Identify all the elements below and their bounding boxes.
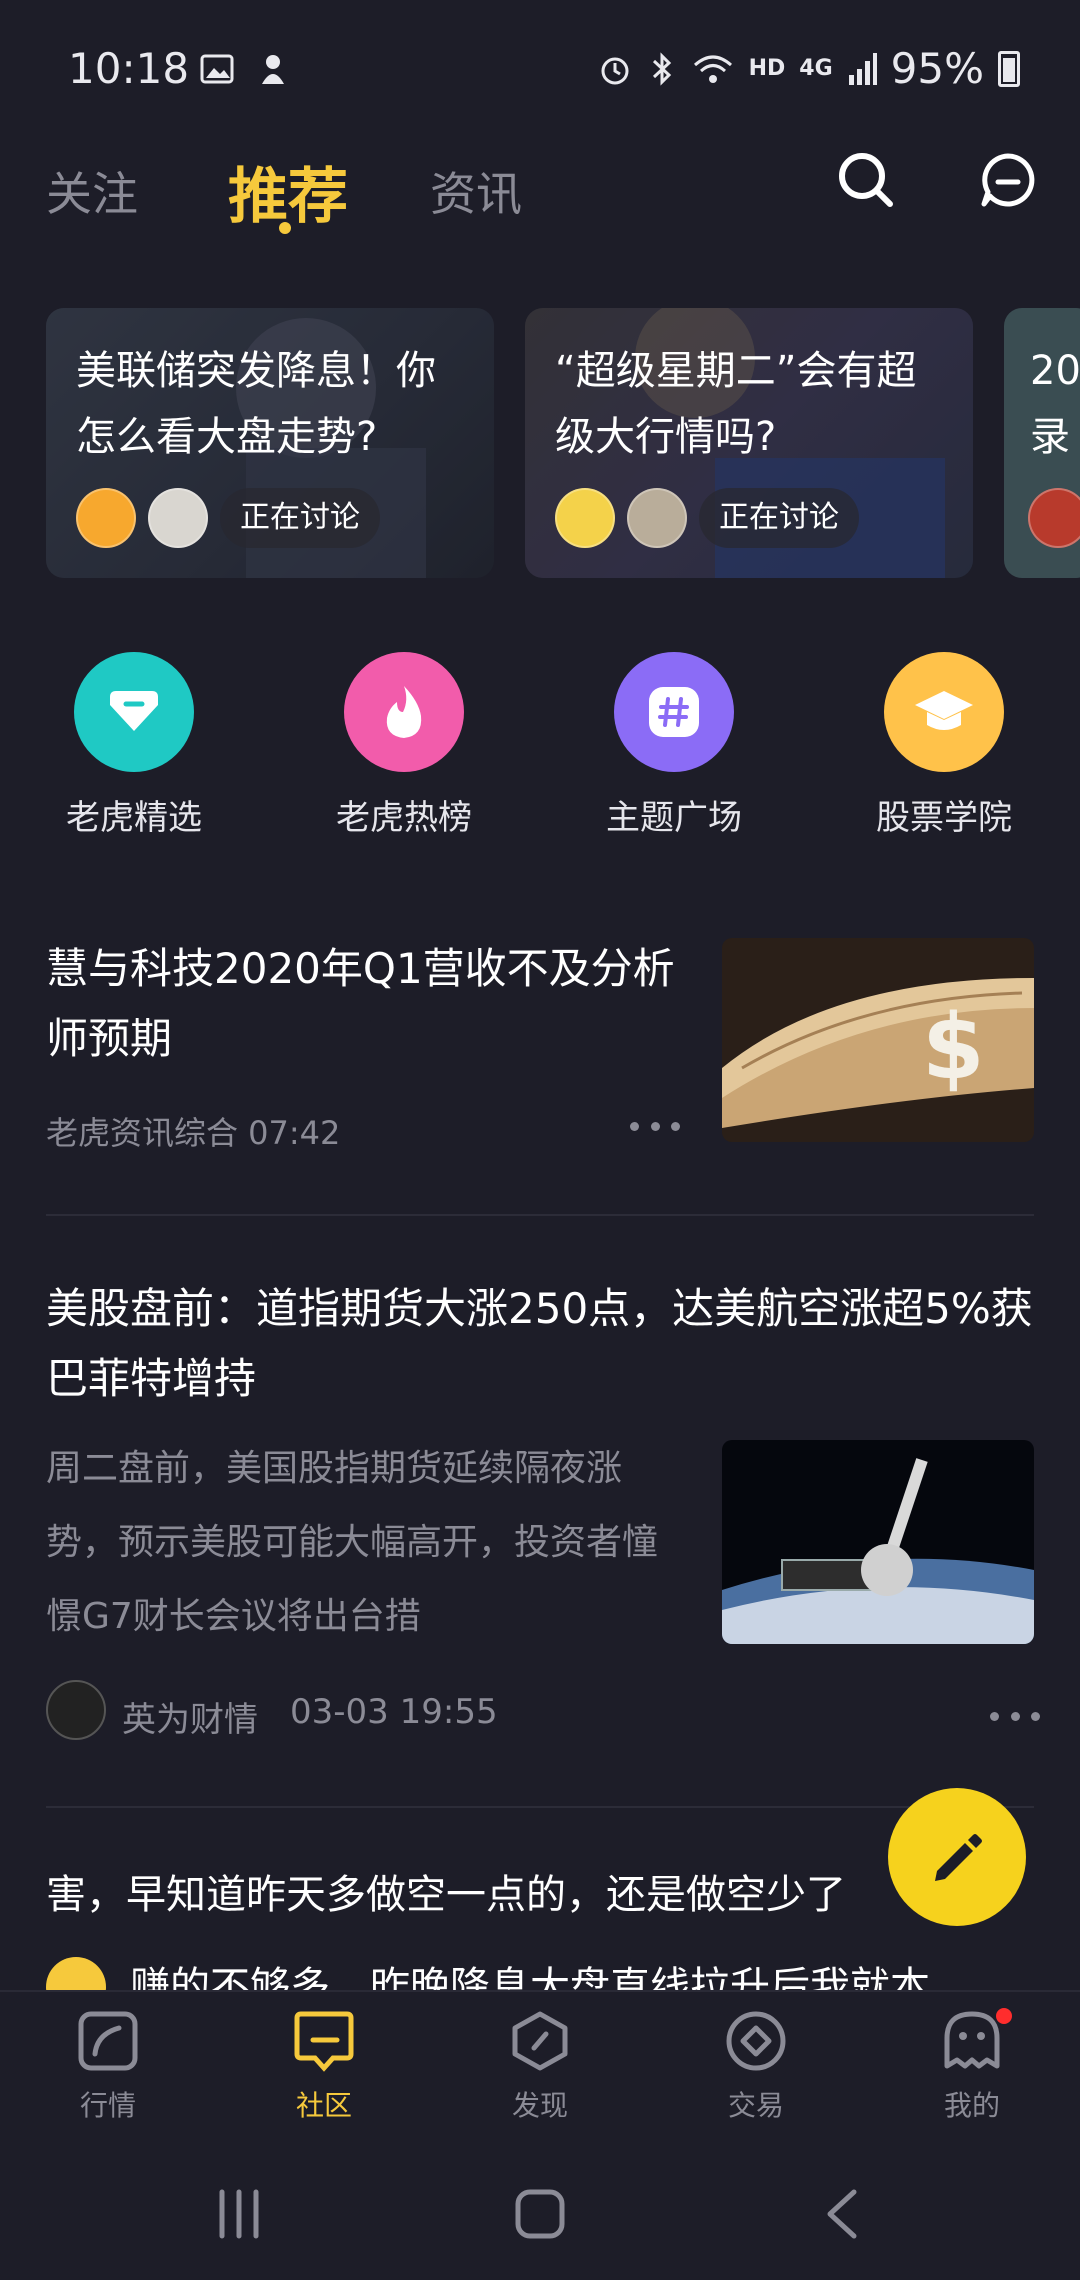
article-item[interactable]: 慧与科技2020年Q1营收不及分析师预期 老虎资讯综合 07:42 $ — [46, 934, 1034, 1152]
article-item[interactable]: 害，早知道昨天多做空一点的，还是做空少了 赚的不够多，昨晚降息大盘直线拉升后我就… — [46, 1860, 1034, 1990]
trade-icon — [726, 2011, 786, 2071]
article-meta: 老虎资讯综合 07:42 — [46, 1114, 341, 1152]
svg-text:$: $ — [922, 995, 985, 1100]
avatar — [1028, 488, 1080, 548]
article-time: 03-03 19:55 — [290, 1692, 498, 1732]
battery-icon — [998, 50, 1020, 87]
home-icon[interactable] — [514, 2188, 566, 2240]
alarm-icon — [601, 57, 629, 84]
discussion-status-pill: 正在讨论 — [220, 488, 380, 548]
signal-icon — [848, 52, 877, 85]
article-title: 慧与科技2020年Q1营收不及分析师预期 — [46, 944, 675, 1063]
discover-icon — [512, 2011, 568, 2071]
tab-news[interactable]: 资讯 — [430, 158, 522, 224]
avatar — [627, 488, 687, 548]
avatar — [148, 488, 208, 548]
back-icon[interactable] — [822, 2188, 862, 2240]
nav-market[interactable]: 行情 — [28, 2010, 188, 2124]
network-type: HD — [748, 56, 786, 81]
nav-label: 行情 — [79, 2089, 136, 2122]
bluetooth-icon — [652, 51, 671, 86]
wifi-icon — [693, 55, 732, 83]
signal-label: 4G — [799, 56, 833, 81]
article-summary: 赚的不够多，昨晚降息大盘直线拉升后我就本 — [130, 1964, 930, 1990]
profile-icon — [944, 2011, 1000, 2069]
discussion-card[interactable]: “超级星期二”会有超级大行情吗? 正在讨论 — [525, 308, 973, 578]
notification-app-icon — [262, 55, 284, 84]
shortcut-tiger-hot[interactable]: 老虎热榜 — [304, 652, 504, 839]
bottom-nav: 行情 社区 发现 交易 我的 — [0, 1990, 1080, 2160]
discussion-card[interactable]: 20 录 — [1004, 308, 1080, 578]
shortcut-label: 老虎精选 — [66, 798, 202, 838]
flame-icon — [344, 652, 464, 772]
nav-label: 交易 — [727, 2089, 784, 2122]
notification-badge — [996, 2008, 1012, 2024]
compose-button[interactable] — [888, 1788, 1026, 1926]
status-right: HD 4G 95% — [597, 44, 1020, 93]
community-icon — [294, 2011, 354, 2072]
gallery-icon — [200, 54, 234, 84]
recent-apps-icon[interactable] — [214, 2188, 264, 2240]
nav-label: 社区 — [295, 2089, 352, 2122]
hashtag-icon — [614, 652, 734, 772]
shortcut-label: 股票学院 — [876, 798, 1012, 838]
discussion-status-pill: 正在讨论 — [699, 488, 859, 548]
diamond-icon — [74, 652, 194, 772]
tab-follow[interactable]: 关注 — [46, 158, 138, 224]
nav-community[interactable]: 社区 — [244, 2010, 404, 2124]
more-options-icon[interactable] — [630, 1122, 680, 1132]
emoji-icon — [46, 1957, 106, 1990]
battery-percent: 95% — [890, 44, 984, 93]
discussion-card[interactable]: 美联储突发降息！你怎么看大盘走势? 正在讨论 — [46, 308, 494, 578]
avatar — [76, 488, 136, 548]
divider — [46, 1214, 1034, 1216]
search-icon[interactable] — [836, 150, 896, 210]
divider — [46, 1806, 1034, 1808]
article-summary: 周二盘前，美国股指期货延续隔夜涨势，预示美股可能大幅高开，投资者憧憬G7财长会议… — [46, 1448, 659, 1637]
article-thumbnail — [722, 1440, 1034, 1644]
shortcut-tiger-picks[interactable]: 老虎精选 — [34, 652, 234, 839]
shortcut-topic-square[interactable]: 主题广场 — [574, 652, 774, 839]
nav-discover[interactable]: 发现 — [460, 2010, 620, 2124]
discussion-carousel[interactable]: 美联储突发降息！你怎么看大盘走势? 正在讨论 “超级星期二”会有超级大行情吗? … — [46, 308, 1080, 580]
pencil-icon — [935, 1834, 982, 1881]
article-title: 美股盘前：道指期货大涨250点，达美航空涨超5%获巴菲特增持 — [46, 1284, 1033, 1403]
article-source: 英为财情 — [122, 1700, 258, 1740]
shortcut-label: 主题广场 — [606, 798, 742, 838]
system-nav-bar — [0, 2160, 1080, 2280]
avatar — [555, 488, 615, 548]
nav-profile[interactable]: 我的 — [892, 2008, 1052, 2124]
card-title: 20 录 — [1030, 348, 1080, 460]
card-title: 美联储突发降息！你怎么看大盘走势? — [76, 348, 436, 460]
article-item[interactable]: 美股盘前：道指期货大涨250点，达美航空涨超5%获巴菲特增持 周二盘前，美国股指… — [46, 1274, 1040, 1744]
nav-label: 发现 — [511, 2089, 568, 2122]
card-title: “超级星期二”会有超级大行情吗? — [555, 348, 917, 460]
article-thumbnail: $ — [722, 938, 1034, 1142]
nav-label: 我的 — [943, 2089, 1000, 2122]
message-icon[interactable] — [978, 150, 1038, 210]
source-logo — [46, 1680, 106, 1740]
graduation-cap-icon — [884, 652, 1004, 772]
status-time: 10:18 — [68, 44, 190, 93]
shortcut-stock-academy[interactable]: 股票学院 — [844, 652, 1044, 839]
active-tab-indicator — [279, 222, 291, 234]
nav-trade[interactable]: 交易 — [676, 2010, 836, 2124]
shortcut-label: 老虎热榜 — [336, 798, 472, 838]
article-title: 害，早知道昨天多做空一点的，还是做空少了 — [46, 1872, 846, 1918]
status-bar: 10:18 HD 4G 95% — [0, 0, 1080, 140]
market-icon — [78, 2011, 138, 2071]
more-options-icon[interactable] — [990, 1712, 1040, 1722]
